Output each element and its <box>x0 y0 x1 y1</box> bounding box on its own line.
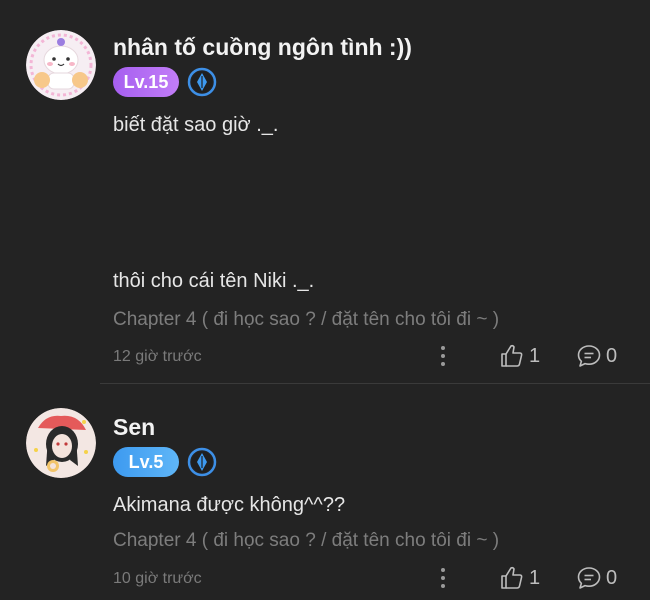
thumbs-up-icon <box>501 566 523 589</box>
pen-badge-icon <box>187 67 217 97</box>
like-count: 1 <box>529 566 541 589</box>
reply-button[interactable]: 0 <box>576 341 617 371</box>
comment-text: Akimana được không^^?? <box>113 494 346 516</box>
more-options-icon[interactable] <box>437 343 449 369</box>
comment-actions: 1 0 <box>0 341 650 371</box>
level-badge: Lv.5 <box>113 447 179 477</box>
comment-actions: 1 0 <box>0 563 650 593</box>
comment-text: thôi cho cái tên Niki ._. <box>113 270 315 292</box>
comment-item: nhân tố cuồng ngôn tình :)) Lv.15 biết đ… <box>0 0 650 384</box>
like-button[interactable]: 1 <box>499 341 540 371</box>
avatar[interactable] <box>26 408 96 478</box>
reply-count: 0 <box>606 344 618 367</box>
comment-bubble-icon <box>577 567 601 589</box>
comment-item: Sen Lv.5 Akimana được không^^?? Chapter … <box>0 384 650 600</box>
chapter-link[interactable]: Chapter 4 ( đi học sao ? / đặt tên cho t… <box>113 530 499 552</box>
pen-badge-icon <box>187 447 217 477</box>
username[interactable]: Sen <box>113 414 155 441</box>
level-badge: Lv.15 <box>113 67 179 97</box>
username[interactable]: nhân tố cuồng ngôn tình :)) <box>113 34 412 61</box>
like-button[interactable]: 1 <box>499 563 540 593</box>
more-options-icon[interactable] <box>437 565 449 591</box>
reply-button[interactable]: 0 <box>576 563 617 593</box>
comment-text: biết đặt sao giờ ._. <box>113 114 279 136</box>
avatar[interactable] <box>26 30 96 100</box>
chapter-link[interactable]: Chapter 4 ( đi học sao ? / đặt tên cho t… <box>113 309 499 331</box>
like-count: 1 <box>529 344 541 367</box>
reply-count: 0 <box>606 566 618 589</box>
thumbs-up-icon <box>501 344 523 367</box>
comment-bubble-icon <box>577 345 601 367</box>
